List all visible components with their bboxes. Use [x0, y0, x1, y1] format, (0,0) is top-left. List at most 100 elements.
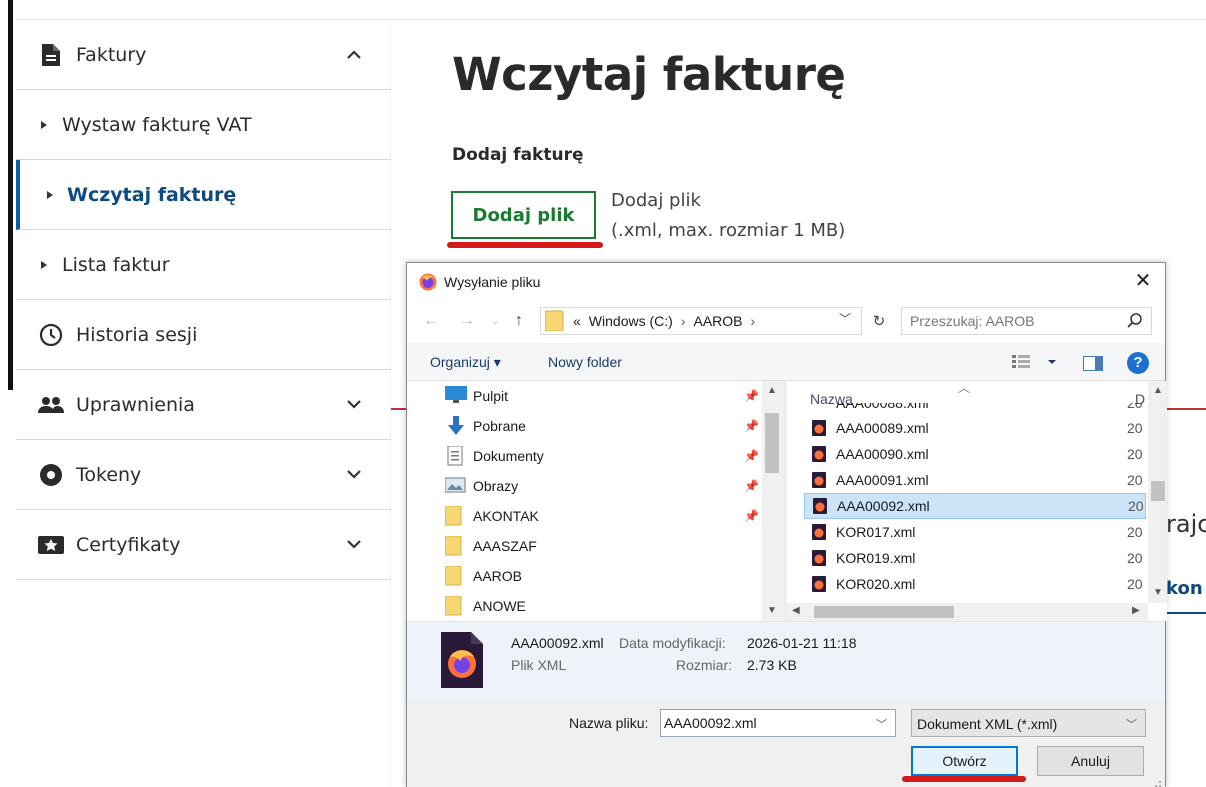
chevron-up-icon[interactable]	[344, 45, 364, 65]
cancel-button[interactable]: Anuluj	[1037, 746, 1144, 776]
resize-grip-icon[interactable]	[1152, 775, 1162, 787]
scroll-right-icon[interactable]: ▶	[1132, 605, 1140, 616]
breadcrumb-separator-icon: ›	[750, 313, 756, 329]
details-size-label: Rozmiar:	[676, 657, 733, 673]
file-row[interactable]: AAA00089.xml 20	[804, 415, 1146, 441]
file-list-vscrollbar[interactable]: ▲ ▼	[1148, 381, 1167, 603]
dialog-title: Wysyłanie pliku	[444, 274, 541, 290]
file-name: AAA00091.xml	[836, 472, 929, 488]
nav-item-label: AAROB	[473, 568, 523, 584]
sidebar-item-wczytaj-fakture[interactable]: Wczytaj fakturę	[16, 160, 391, 230]
firefox-icon	[419, 273, 437, 291]
file-date: 20	[1127, 472, 1143, 488]
file-date: 20	[1127, 550, 1143, 566]
filename-combobox[interactable]: ﹀	[660, 709, 896, 737]
file-date: 20	[1127, 420, 1143, 436]
forward-arrow-icon[interactable]: →	[459, 312, 475, 330]
chevron-down-icon[interactable]	[344, 535, 364, 555]
add-file-button[interactable]: Dodaj plik	[451, 191, 596, 239]
file-row[interactable]: AAA00090.xml 20	[804, 441, 1146, 467]
filetype-select[interactable]: Dokument XML (*.xml) ﹀	[911, 709, 1146, 737]
folder-icon	[544, 309, 565, 334]
sidebar-item-label: Wystaw fakturę VAT	[62, 113, 252, 136]
organize-button[interactable]: Organizuj ▾	[430, 354, 501, 371]
nav-item-label: Pobrane	[473, 418, 526, 434]
preview-pane-icon[interactable]	[1083, 356, 1103, 371]
view-options-icon[interactable]	[1012, 355, 1058, 372]
sort-ascending-icon: ︿	[958, 381, 971, 395]
scrollbar-thumb[interactable]	[814, 606, 954, 618]
search-input[interactable]	[910, 308, 1120, 334]
documents-icon	[445, 445, 467, 466]
chevron-down-icon[interactable]: ﹀	[839, 310, 851, 327]
scroll-up-icon[interactable]: ▲	[1153, 385, 1163, 396]
sidebar-item-label: Uprawnienia	[76, 393, 195, 416]
nav-pane-scrollbar[interactable]: ▲ ▼	[762, 381, 782, 621]
sidebar-item-label: Wczytaj fakturę	[67, 183, 237, 206]
sidebar-item-certyfikaty[interactable]: Certyfikaty	[16, 510, 391, 580]
nav-item-akontak[interactable]: AKONTAK 📌	[407, 501, 762, 531]
breadcrumb-part[interactable]: Windows (C:)	[589, 313, 673, 329]
sidebar-item-wystaw-fakture[interactable]: Wystaw fakturę VAT	[16, 90, 391, 160]
folder-icon	[444, 535, 467, 556]
pin-icon: 📌	[744, 509, 759, 523]
bullet-icon	[47, 190, 53, 199]
breadcrumb-part[interactable]: AAROB	[693, 313, 742, 329]
filename-input[interactable]	[664, 710, 864, 736]
sidebar: Faktury Wystaw fakturę VAT Wczytaj faktu…	[16, 20, 391, 787]
search-icon[interactable]	[1127, 313, 1143, 332]
open-button[interactable]: Otwórz	[911, 746, 1018, 776]
background-link-fragment[interactable]: kon	[1166, 578, 1203, 599]
address-bar[interactable]: « Windows (C:) › AAROB ›	[540, 307, 862, 335]
nav-item-aarob[interactable]: AAROB	[407, 561, 762, 591]
search-box[interactable]	[901, 307, 1152, 335]
file-row-selected[interactable]: AAA00092.xml 20	[804, 493, 1146, 519]
sidebar-item-tokeny[interactable]: Tokeny	[16, 440, 391, 510]
file-row[interactable]: AAA00088.xml 20	[804, 403, 1146, 415]
file-row[interactable]: AAA00091.xml 20	[804, 467, 1146, 493]
help-icon[interactable]: ?	[1127, 352, 1149, 374]
nav-item-anowe[interactable]: ANOWE	[407, 591, 762, 621]
scroll-left-icon[interactable]: ◀	[792, 605, 800, 616]
nav-item-pulpit[interactable]: Pulpit 📌	[407, 381, 762, 411]
sidebar-item-faktury[interactable]: Faktury	[16, 20, 391, 90]
details-pane: AAA00092.xml Plik XML Data modyfikacji: …	[407, 621, 1165, 701]
scroll-up-icon[interactable]: ▲	[767, 385, 777, 396]
scrollbar-thumb[interactable]	[765, 413, 779, 473]
sidebar-item-uprawnienia[interactable]: Uprawnienia	[16, 370, 391, 440]
scrollbar-thumb[interactable]	[1151, 481, 1165, 501]
scroll-down-icon[interactable]: ▼	[1153, 587, 1163, 598]
pin-icon: 📌	[744, 419, 759, 433]
chevron-down-icon[interactable]: ﹀	[876, 716, 887, 732]
filetype-value: Dokument XML (*.xml)	[917, 716, 1058, 732]
file-list-hscrollbar[interactable]: ◀ ▶	[786, 603, 1148, 621]
nav-item-dokumenty[interactable]: Dokumenty 📌	[407, 441, 762, 471]
file-row[interactable]: KOR019.xml 20	[804, 545, 1146, 571]
details-modified-value: 2026-01-21 11:18	[747, 635, 857, 651]
sidebar-item-label: Lista faktur	[62, 253, 170, 276]
back-arrow-icon[interactable]: ←	[423, 312, 439, 330]
chevron-down-icon[interactable]	[344, 395, 364, 415]
nav-item-obrazy[interactable]: Obrazy 📌	[407, 471, 762, 501]
sidebar-item-lista-faktur[interactable]: Lista faktur	[16, 230, 391, 300]
xml-file-icon	[812, 550, 826, 566]
file-row[interactable]: KOR020.xml 20	[804, 571, 1146, 597]
nav-item-pobrane[interactable]: Pobrane 📌	[407, 411, 762, 441]
close-icon[interactable]: ✕	[1131, 269, 1155, 293]
new-folder-button[interactable]: Nowy folder	[548, 354, 622, 370]
up-arrow-icon[interactable]: ↑	[515, 312, 523, 330]
pin-icon: 📌	[744, 449, 759, 463]
refresh-icon[interactable]: ↻	[867, 307, 891, 335]
file-row[interactable]: KOR017.xml 20	[804, 519, 1146, 545]
add-file-hint: Dodaj plik	[611, 190, 701, 211]
sidebar-item-historia-sesji[interactable]: Historia sesji	[16, 300, 391, 370]
section-label: Dodaj fakturę	[452, 145, 584, 165]
file-date: 20	[1127, 403, 1143, 411]
folder-icon	[444, 505, 467, 526]
pin-icon: 📌	[744, 479, 759, 493]
nav-item-aaaszaf[interactable]: AAASZAF	[407, 531, 762, 561]
recent-dropdown-icon[interactable]: ⌄	[491, 316, 499, 327]
scroll-down-icon[interactable]: ▼	[767, 605, 777, 616]
file-date: 20	[1127, 576, 1143, 592]
chevron-down-icon[interactable]	[344, 465, 364, 485]
